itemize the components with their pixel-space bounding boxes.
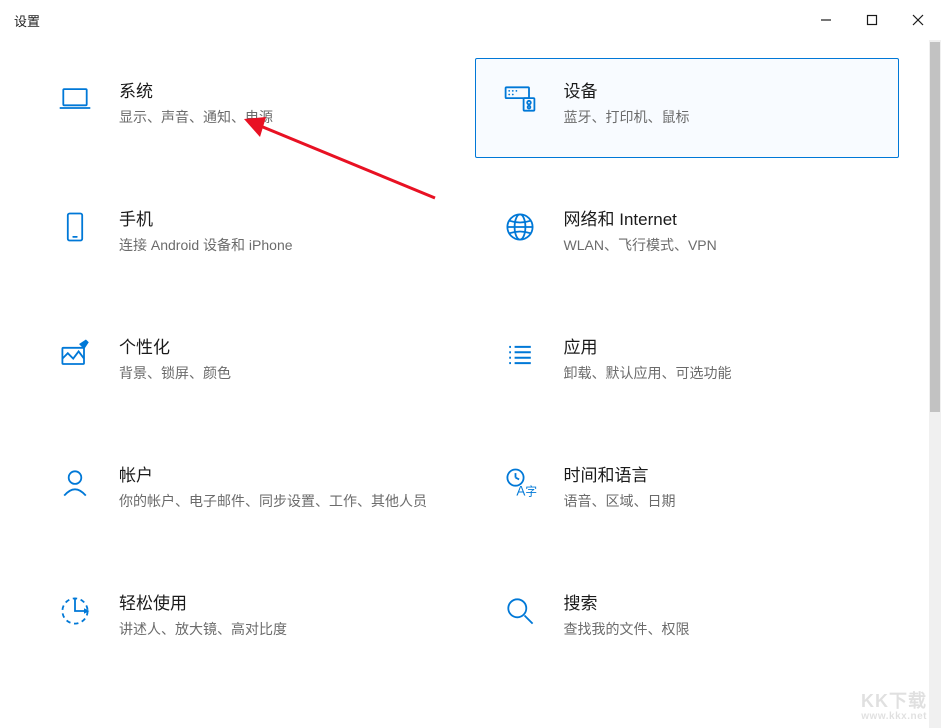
scrollbar-track[interactable] bbox=[929, 40, 941, 728]
tile-network[interactable]: 网络和 Internet WLAN、飞行模式、VPN bbox=[475, 186, 900, 286]
tile-ease-of-access[interactable]: 轻松使用 讲述人、放大镜、高对比度 bbox=[30, 570, 455, 670]
tile-system[interactable]: 系统 显示、声音、通知、电源 bbox=[30, 58, 455, 158]
tile-subtitle: 讲述人、放大镜、高对比度 bbox=[119, 620, 434, 640]
tile-subtitle: WLAN、飞行模式、VPN bbox=[564, 236, 879, 256]
tile-title: 设备 bbox=[564, 77, 879, 102]
ease-icon bbox=[53, 589, 97, 633]
svg-text:字: 字 bbox=[525, 485, 537, 499]
tile-search[interactable]: 搜索 查找我的文件、权限 bbox=[475, 570, 900, 670]
tile-subtitle: 语音、区域、日期 bbox=[564, 492, 879, 512]
tile-subtitle: 查找我的文件、权限 bbox=[564, 620, 879, 640]
content-area: 系统 显示、声音、通知、电源 设备 bbox=[0, 40, 929, 728]
window-title: 设置 bbox=[14, 11, 40, 30]
tile-phone[interactable]: 手机 连接 Android 设备和 iPhone bbox=[30, 186, 455, 286]
scrollbar-thumb[interactable] bbox=[930, 42, 940, 412]
tile-title: 帐户 bbox=[119, 461, 434, 486]
tile-subtitle: 显示、声音、通知、电源 bbox=[119, 108, 434, 128]
tile-title: 轻松使用 bbox=[119, 589, 434, 614]
tile-title: 个性化 bbox=[119, 333, 434, 358]
list-icon bbox=[498, 333, 542, 377]
tile-subtitle: 你的帐户、电子邮件、同步设置、工作、其他人员 bbox=[119, 492, 434, 512]
window-controls bbox=[803, 0, 941, 40]
search-icon bbox=[498, 589, 542, 633]
devices-icon bbox=[498, 77, 542, 121]
tile-title: 应用 bbox=[564, 333, 879, 358]
svg-text:A: A bbox=[516, 484, 525, 499]
tile-subtitle: 蓝牙、打印机、鼠标 bbox=[564, 108, 879, 128]
globe-icon bbox=[498, 205, 542, 249]
tile-title: 系统 bbox=[119, 77, 434, 102]
settings-grid: 系统 显示、声音、通知、电源 设备 bbox=[0, 58, 929, 670]
tile-subtitle: 连接 Android 设备和 iPhone bbox=[119, 236, 434, 256]
tile-personalization[interactable]: 个性化 背景、锁屏、颜色 bbox=[30, 314, 455, 414]
laptop-icon bbox=[53, 77, 97, 121]
minimize-button[interactable] bbox=[803, 0, 849, 40]
time-language-icon: A 字 bbox=[498, 461, 542, 505]
tile-devices[interactable]: 设备 蓝牙、打印机、鼠标 bbox=[475, 58, 900, 158]
titlebar: 设置 bbox=[0, 0, 941, 40]
tile-accounts[interactable]: 帐户 你的帐户、电子邮件、同步设置、工作、其他人员 bbox=[30, 442, 455, 542]
tile-title: 搜索 bbox=[564, 589, 879, 614]
phone-icon bbox=[53, 205, 97, 249]
tile-apps[interactable]: 应用 卸载、默认应用、可选功能 bbox=[475, 314, 900, 414]
person-icon bbox=[53, 461, 97, 505]
maximize-button[interactable] bbox=[849, 0, 895, 40]
tile-subtitle: 背景、锁屏、颜色 bbox=[119, 364, 434, 384]
close-button[interactable] bbox=[895, 0, 941, 40]
tile-subtitle: 卸载、默认应用、可选功能 bbox=[564, 364, 879, 384]
tile-time-language[interactable]: A 字 时间和语言 语音、区域、日期 bbox=[475, 442, 900, 542]
tile-title: 网络和 Internet bbox=[564, 205, 879, 230]
tile-title: 时间和语言 bbox=[564, 461, 879, 486]
paint-icon bbox=[53, 333, 97, 377]
tile-title: 手机 bbox=[119, 205, 434, 230]
